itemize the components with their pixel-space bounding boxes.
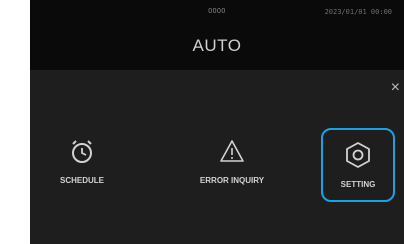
mode-title: AUTO — [192, 36, 242, 55]
hexagon-gear-icon — [323, 142, 393, 168]
status-bar: 0000 2023/01/01 00:00 AUTO — [30, 0, 404, 70]
warning-triangle-icon — [177, 138, 287, 164]
schedule-label: SCHEDULE — [59, 176, 104, 185]
close-icon[interactable]: × — [391, 80, 400, 96]
setting-label: SETTING — [340, 180, 376, 189]
menu-overlay: × SCHEDULE ERROR INQUIRY SETTING — [30, 70, 404, 244]
error-inquiry-label: ERROR INQUIRY — [199, 176, 265, 185]
schedule-button[interactable]: SCHEDULE — [42, 130, 122, 196]
alarm-clock-icon — [42, 138, 122, 164]
setting-button[interactable]: SETTING — [321, 128, 395, 202]
datetime-readout: 2023/01/01 00:00 — [324, 8, 392, 16]
error-inquiry-button[interactable]: ERROR INQUIRY — [177, 130, 287, 196]
device-screen: 0000 2023/01/01 00:00 AUTO × SCHEDULE ER… — [30, 0, 404, 244]
